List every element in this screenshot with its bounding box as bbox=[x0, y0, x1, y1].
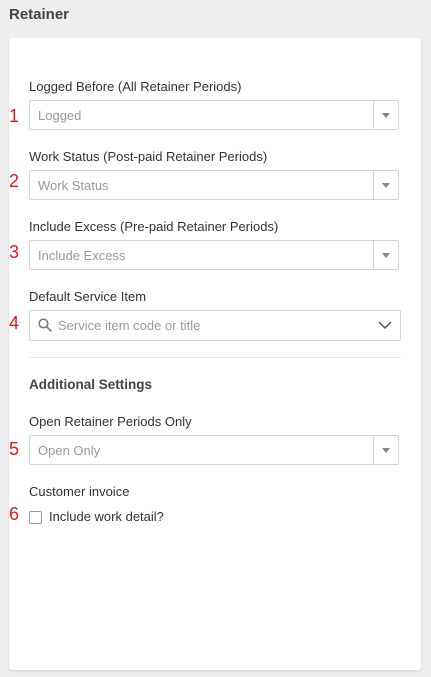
include-work-detail-label[interactable]: Include work detail? bbox=[49, 509, 164, 524]
open-retainer-periods-dropdown-button[interactable] bbox=[373, 436, 398, 464]
caret-down-icon bbox=[382, 448, 390, 453]
caret-down-icon bbox=[382, 183, 390, 188]
marker-6: 6 bbox=[9, 504, 20, 524]
marker-3: 3 bbox=[9, 242, 20, 262]
open-retainer-periods-value: Open Only bbox=[38, 443, 101, 458]
include-excess-value: Include Excess bbox=[38, 248, 126, 263]
include-excess-dropdown-button[interactable] bbox=[373, 241, 398, 269]
retainer-settings-panel: Logged Before (All Retainer Periods) 1 L… bbox=[9, 38, 421, 670]
open-retainer-periods-label: Open Retainer Periods Only bbox=[29, 414, 192, 429]
additional-settings-heading: Additional Settings bbox=[29, 377, 152, 392]
customer-invoice-label: Customer invoice bbox=[29, 484, 130, 499]
chevron-down-icon[interactable] bbox=[378, 320, 392, 330]
caret-down-icon bbox=[382, 113, 390, 118]
default-service-item-label: Default Service Item bbox=[29, 289, 147, 304]
page-title: Retainer bbox=[9, 6, 70, 23]
work-status-dropdown-button[interactable] bbox=[373, 171, 398, 199]
service-item-placeholder: Service item code or title bbox=[58, 318, 201, 333]
default-service-item-search[interactable]: Service item code or title bbox=[29, 310, 401, 341]
logged-before-select[interactable]: Logged bbox=[29, 100, 399, 130]
section-divider bbox=[29, 357, 401, 358]
marker-1: 1 bbox=[9, 106, 20, 126]
marker-2: 2 bbox=[9, 171, 20, 191]
marker-5: 5 bbox=[9, 439, 20, 459]
work-status-value: Work Status bbox=[38, 178, 109, 193]
marker-4: 4 bbox=[9, 313, 20, 333]
logged-before-label: Logged Before (All Retainer Periods) bbox=[29, 79, 242, 94]
logged-before-dropdown-button[interactable] bbox=[373, 101, 398, 129]
open-retainer-periods-select[interactable]: Open Only bbox=[29, 435, 399, 465]
logged-before-value: Logged bbox=[38, 108, 82, 123]
include-excess-select[interactable]: Include Excess bbox=[29, 240, 399, 270]
work-status-select[interactable]: Work Status bbox=[29, 170, 399, 200]
include-excess-label: Include Excess (Pre-paid Retainer Period… bbox=[29, 219, 279, 234]
work-status-label: Work Status (Post-paid Retainer Periods) bbox=[29, 149, 268, 164]
caret-down-icon bbox=[382, 253, 390, 258]
include-work-detail-checkbox[interactable] bbox=[29, 511, 42, 524]
search-icon bbox=[38, 318, 52, 332]
